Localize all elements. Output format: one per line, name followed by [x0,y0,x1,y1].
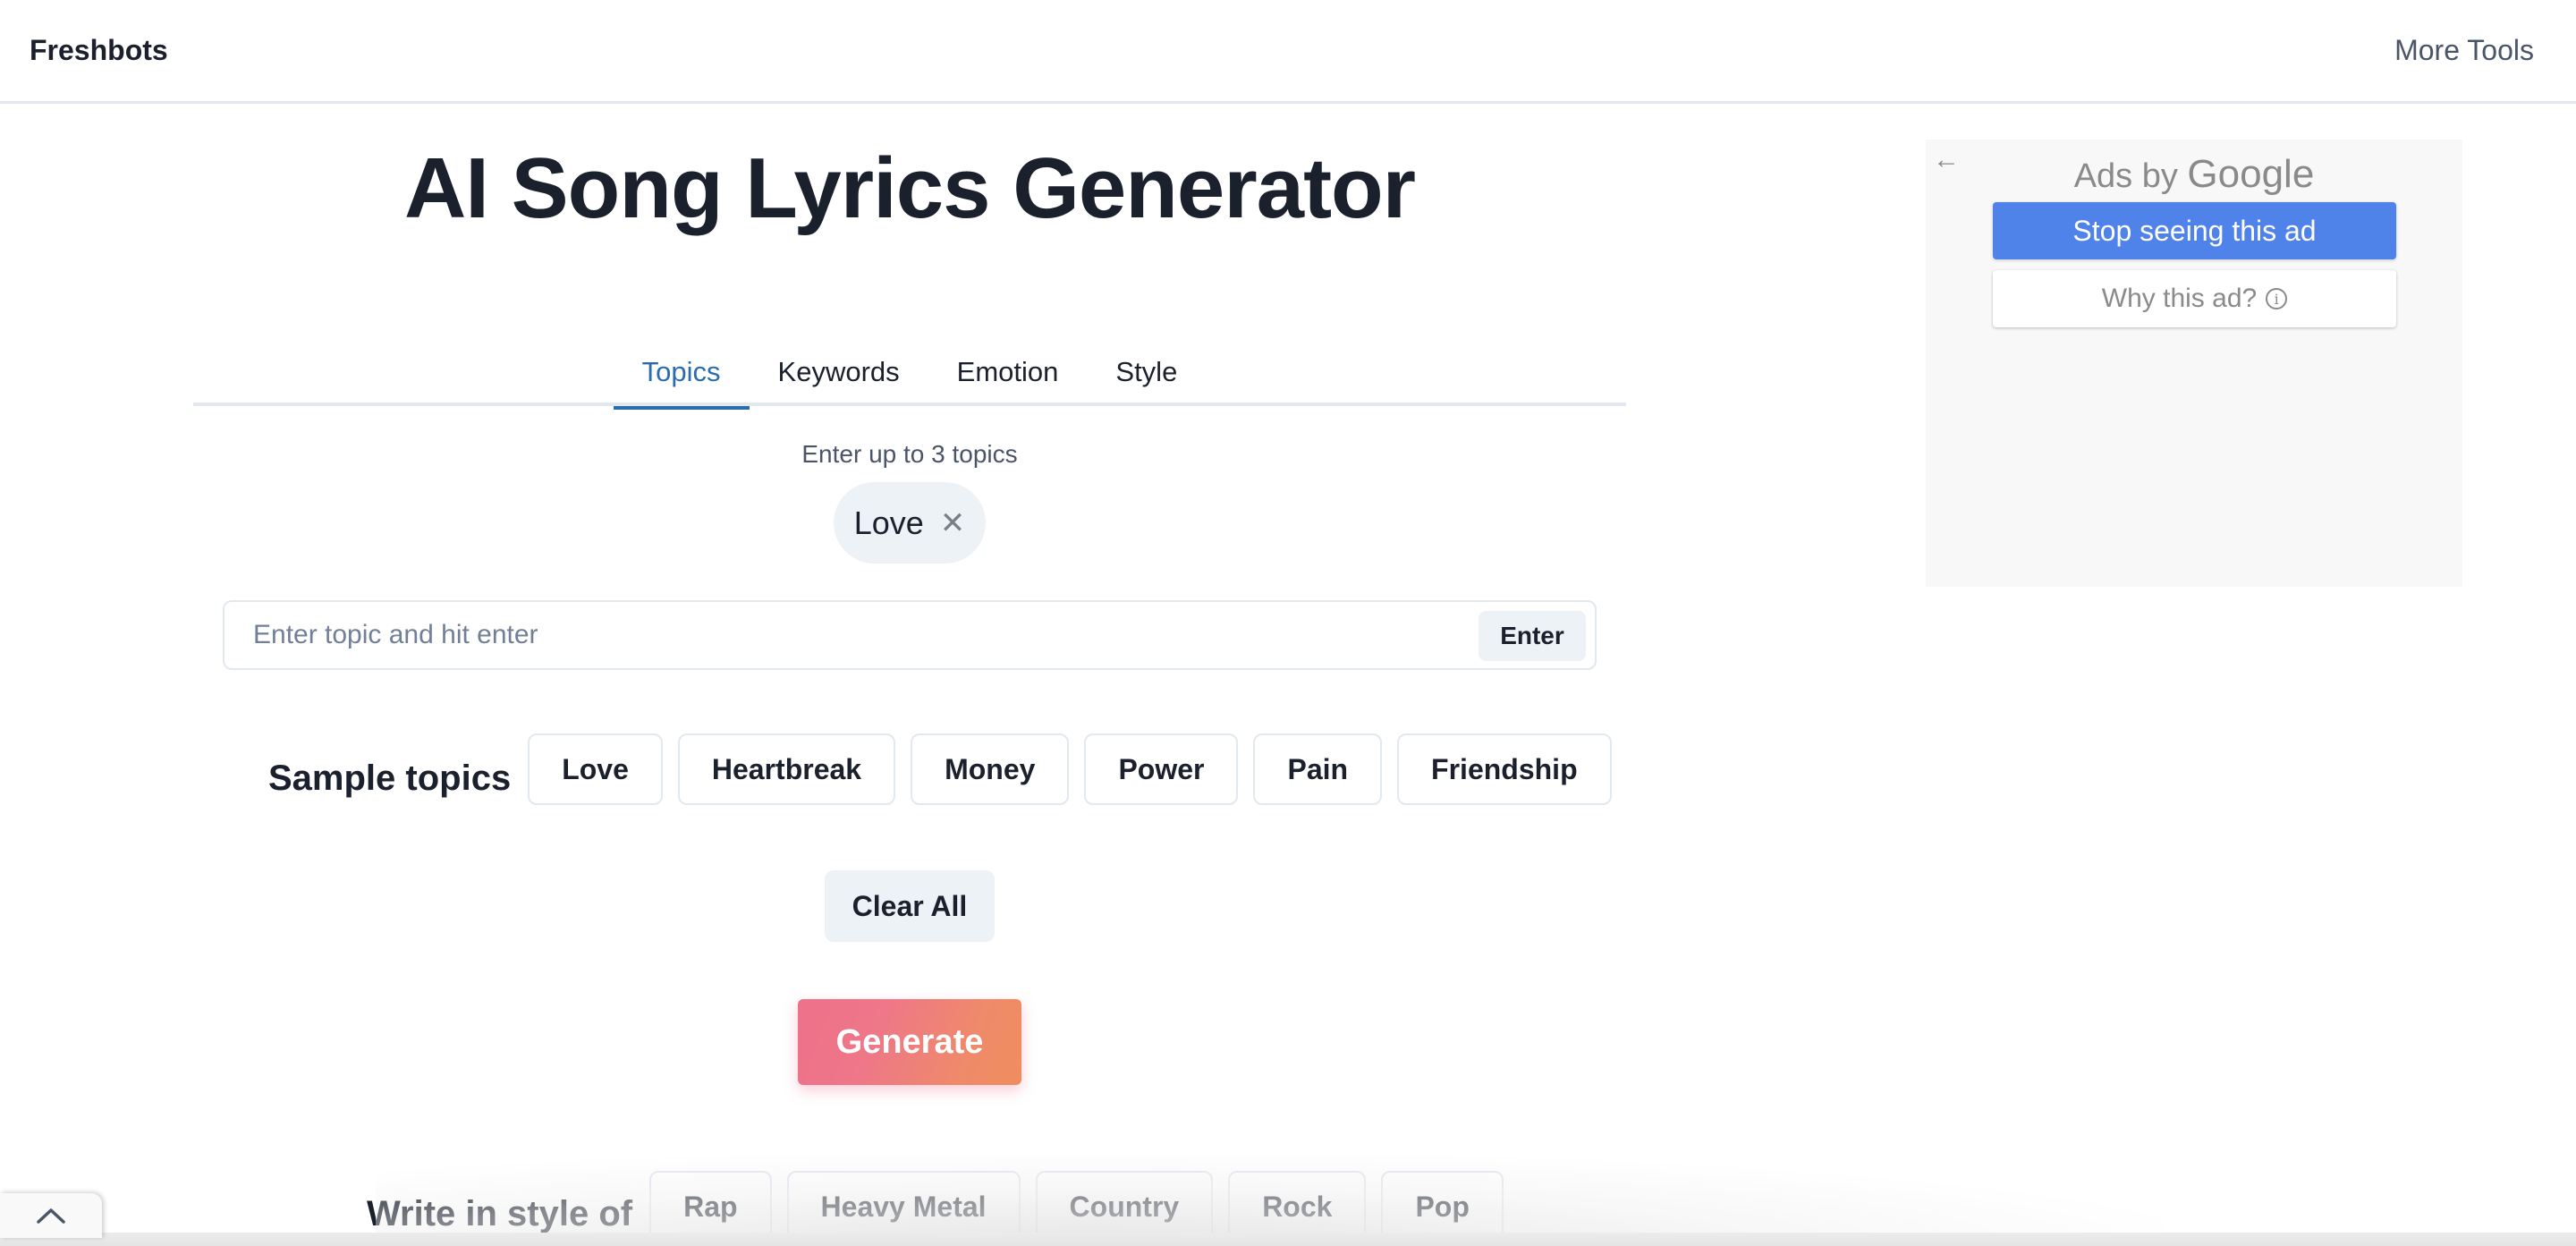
more-tools-link[interactable]: More Tools [2394,34,2534,67]
tab-style[interactable]: Style [1087,356,1206,406]
topic-input[interactable] [225,602,1477,668]
style-option-pop[interactable]: Pop [1381,1171,1504,1242]
sample-topic-love[interactable]: Love [528,733,663,805]
info-icon: i [2266,288,2288,309]
style-option-rock[interactable]: Rock [1228,1171,1367,1242]
why-this-ad-button[interactable]: Why this ad? i [1993,270,2396,327]
selected-topic-chip: Love ✕ [834,482,986,564]
bottom-edge [0,1233,2576,1246]
sample-topic-money[interactable]: Money [911,733,1070,805]
enter-button[interactable]: Enter [1479,611,1586,661]
clear-all-button[interactable]: Clear All [825,870,995,942]
page-title: AI Song Lyrics Generator [403,140,1416,236]
ads-by-google-label: Ads by Google [1926,152,2462,197]
top-navbar: Freshbots More Tools [0,0,2576,104]
chip-label: Love [853,504,924,541]
why-this-ad-label: Why this ad? [2101,284,2258,313]
tab-keywords[interactable]: Keywords [750,356,928,406]
tab-topics[interactable]: Topics [613,356,750,410]
chevron-up-icon [37,1208,65,1224]
tab-emotion[interactable]: Emotion [928,356,1088,406]
close-icon[interactable]: ✕ [940,508,966,538]
style-row: Write in style of Rap Heavy Metal Countr… [367,1171,1504,1242]
sample-topic-friendship[interactable]: Friendship [1397,733,1612,805]
style-option-heavy-metal[interactable]: Heavy Metal [786,1171,1021,1242]
ads-by-text: Ads by [2073,157,2178,195]
style-option-country[interactable]: Country [1035,1171,1214,1242]
stop-seeing-ad-button[interactable]: Stop seeing this ad [1993,202,2396,259]
generate-button[interactable]: Generate [798,999,1021,1085]
tab-bar: Topics Keywords Emotion Style [193,356,1626,410]
style-option-rap[interactable]: Rap [649,1171,772,1242]
google-text: Google [2187,152,2315,196]
topic-input-group: Enter [223,600,1597,670]
sample-topic-power[interactable]: Power [1084,733,1239,805]
topics-hint: Enter up to 3 topics [801,440,1018,468]
style-label: Write in style of [367,1194,633,1233]
sample-topic-pain[interactable]: Pain [1253,733,1383,805]
sample-topic-heartbreak[interactable]: Heartbreak [677,733,896,805]
ad-panel: ← Ads by Google Stop seeing this ad Why … [1926,140,2462,587]
brand-link[interactable]: Freshbots [30,34,168,67]
sample-topics-label: Sample topics [268,759,512,798]
scroll-to-top-button[interactable] [0,1193,102,1238]
sample-topics-row: Sample topics Love Heartbreak Money Powe… [268,733,1612,805]
